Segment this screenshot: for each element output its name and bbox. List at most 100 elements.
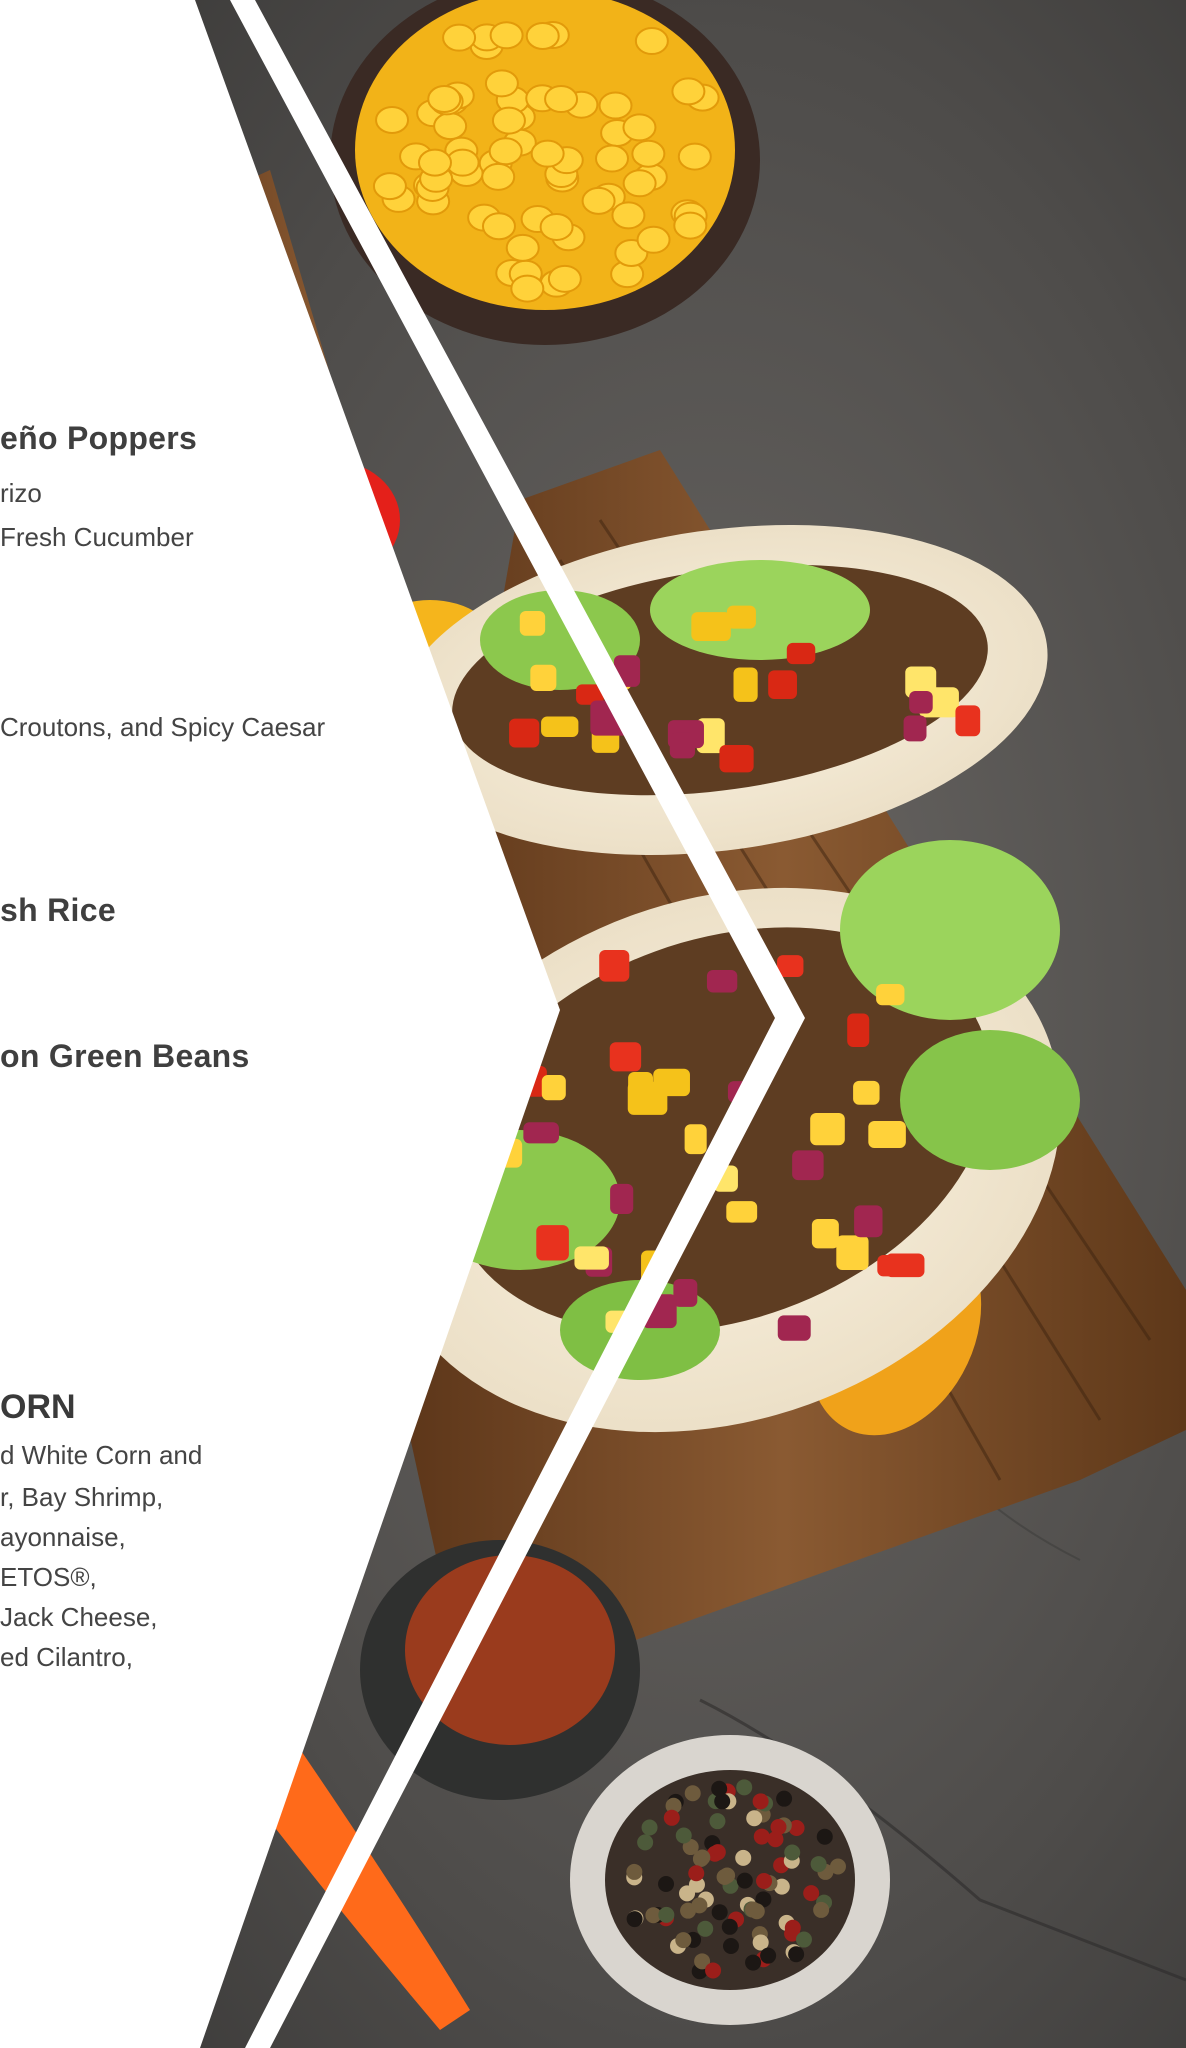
taco-topping-piece bbox=[868, 1120, 906, 1149]
peppercorn bbox=[705, 1962, 722, 1979]
taco-topping-piece bbox=[574, 1246, 609, 1270]
menu-item-5-line1: d White Corn and bbox=[0, 1440, 203, 1470]
menu-item-5-line2: r, Bay Shrimp, bbox=[0, 1482, 164, 1512]
menu-item-5-title: ORN bbox=[0, 1388, 76, 1426]
taco-topping-piece bbox=[854, 1205, 883, 1238]
peppercorn bbox=[691, 1897, 708, 1914]
taco-topping-piece bbox=[509, 718, 540, 748]
peppercorn bbox=[776, 1790, 793, 1807]
peppercorn bbox=[679, 1885, 696, 1902]
peppercorn bbox=[813, 1901, 830, 1918]
taco-topping-piece bbox=[610, 1183, 634, 1214]
peppercorn bbox=[744, 1901, 761, 1918]
taco-topping-piece bbox=[706, 969, 738, 993]
peppercorn bbox=[711, 1904, 728, 1921]
taco-topping-piece bbox=[519, 610, 546, 636]
peppercorn bbox=[803, 1885, 820, 1902]
corn-kernel bbox=[671, 77, 706, 106]
corn-kernel bbox=[491, 106, 526, 135]
taco-topping-piece bbox=[673, 1278, 698, 1307]
peppercorn bbox=[784, 1919, 801, 1936]
taco-topping-piece bbox=[885, 1253, 925, 1278]
peppercorn bbox=[756, 1872, 773, 1889]
corn-kernel bbox=[598, 91, 633, 120]
peppercorn bbox=[760, 1947, 777, 1964]
taco-topping-piece bbox=[726, 1201, 758, 1223]
taco-topping-piece bbox=[792, 1150, 824, 1181]
peppercorn bbox=[829, 1858, 846, 1875]
taco-topping-piece bbox=[599, 950, 630, 982]
peppercorn bbox=[784, 1844, 801, 1861]
peppercorn bbox=[816, 1828, 833, 1845]
corn-kernel bbox=[505, 233, 540, 262]
corn-kernel bbox=[530, 139, 565, 168]
peppercorn bbox=[675, 1827, 692, 1844]
corn-kernel bbox=[677, 142, 712, 171]
taco-topping-piece bbox=[810, 1112, 845, 1146]
corn-kernel bbox=[427, 85, 462, 114]
corn-kernel bbox=[525, 21, 560, 50]
menu-item-5-line5: Jack Cheese, bbox=[0, 1602, 158, 1632]
peppercorn bbox=[658, 1876, 675, 1893]
menu-item-2-line1: Croutons, and Spicy Caesar bbox=[0, 712, 326, 742]
peppercorn bbox=[709, 1813, 726, 1830]
peppercorn bbox=[721, 1918, 738, 1935]
corn-kernel bbox=[481, 162, 516, 191]
peppercorn bbox=[711, 1780, 728, 1797]
taco-topping-piece bbox=[786, 642, 816, 665]
corn-kernel bbox=[488, 137, 523, 166]
peppercorn bbox=[736, 1872, 753, 1889]
corn-kernel bbox=[634, 27, 669, 56]
taco-topping-piece bbox=[609, 1042, 642, 1072]
peppercorn bbox=[675, 1932, 692, 1949]
taco-topping-piece bbox=[726, 605, 756, 629]
taco-topping-piece bbox=[853, 1080, 880, 1105]
peppercorn bbox=[663, 1809, 680, 1826]
corn-kernel bbox=[539, 212, 574, 241]
taco-topping-piece bbox=[691, 612, 731, 641]
peppercorn bbox=[735, 1849, 752, 1866]
peppercorn bbox=[795, 1931, 812, 1948]
corn-kernel bbox=[372, 172, 407, 201]
taco-topping-piece bbox=[684, 1124, 707, 1155]
menu-item-5-line4: ETOS®, bbox=[0, 1562, 97, 1592]
corn-kernel bbox=[636, 225, 671, 254]
peppercorn bbox=[752, 1793, 769, 1810]
taco-topping-piece bbox=[903, 715, 927, 742]
peppercorn bbox=[736, 1779, 753, 1796]
peppercorn bbox=[788, 1946, 805, 1963]
taco-topping-piece bbox=[536, 1225, 569, 1261]
corn-kernel bbox=[484, 69, 519, 98]
corn-kernel bbox=[544, 85, 579, 114]
menu-item-5-line3: ayonnaise, bbox=[0, 1522, 126, 1552]
peppercorn bbox=[810, 1856, 827, 1873]
corn-kernel bbox=[489, 21, 524, 50]
corn-kernel bbox=[594, 144, 629, 173]
peppercorn bbox=[709, 1844, 726, 1861]
corn-kernel bbox=[622, 113, 657, 142]
taco-topping-piece bbox=[541, 716, 579, 738]
corn-kernel bbox=[611, 201, 646, 230]
corn-kernel bbox=[510, 274, 545, 303]
peppercorn bbox=[658, 1906, 675, 1923]
corn-kernel bbox=[442, 23, 477, 52]
corn-kernel bbox=[481, 212, 516, 241]
food-photo-background bbox=[0, 0, 1186, 2048]
taco-topping-piece bbox=[777, 1315, 811, 1341]
taco-topping-piece bbox=[847, 1013, 870, 1047]
peppercorn bbox=[745, 1954, 762, 1971]
taco-topping-piece bbox=[719, 745, 754, 773]
taco-topping-piece bbox=[523, 1122, 559, 1144]
taco-topping-piece bbox=[876, 983, 905, 1006]
peppercorn bbox=[716, 1868, 733, 1885]
peppercorn bbox=[753, 1828, 770, 1845]
menu-item-5-line6: ed Cilantro, bbox=[0, 1642, 133, 1672]
peppercorn bbox=[626, 1863, 643, 1880]
peppercorn bbox=[684, 1785, 701, 1802]
peppercorn bbox=[626, 1911, 643, 1928]
corn-kernel bbox=[631, 139, 666, 168]
corn-kernel bbox=[547, 264, 582, 293]
peppercorn bbox=[637, 1834, 654, 1851]
menu-item-1-line2: Fresh Cucumber bbox=[0, 522, 194, 552]
menu-item-3-title: sh Rice bbox=[0, 892, 116, 928]
